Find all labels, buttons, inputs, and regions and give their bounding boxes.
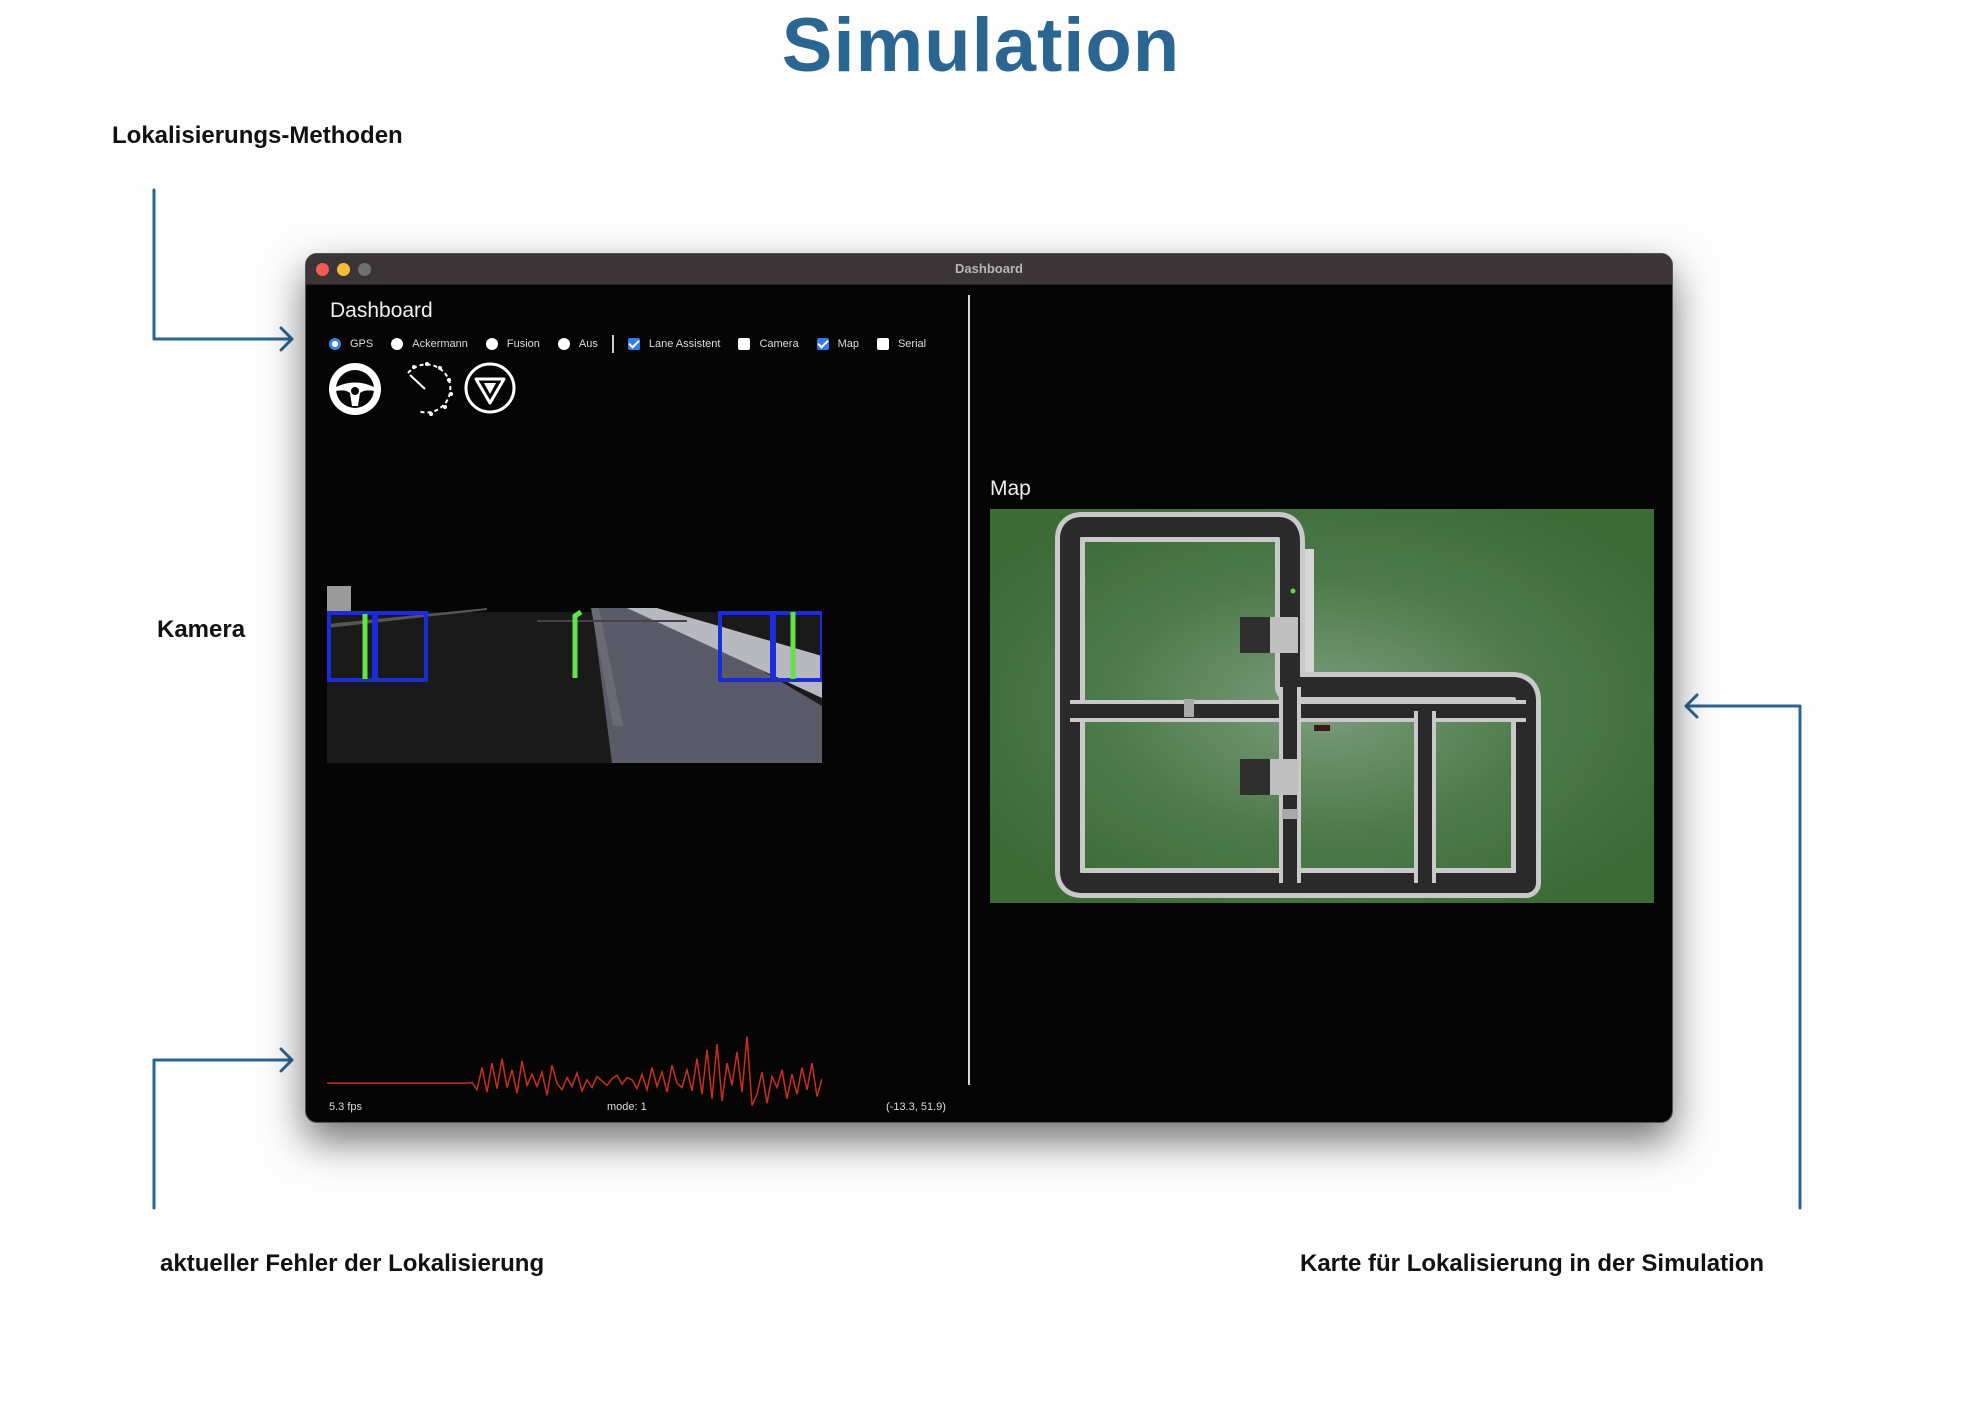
mode-readout: mode: 1 — [607, 1101, 647, 1113]
camera-object — [327, 586, 351, 612]
checkbox-serial[interactable]: Serial — [876, 338, 927, 350]
checkbox-indicator[interactable] — [738, 338, 751, 350]
arrow-error — [152, 1047, 294, 1210]
radio-indicator[interactable] — [391, 338, 404, 350]
radio-indicator[interactable] — [557, 338, 570, 350]
checkbox-indicator[interactable] — [627, 338, 640, 350]
steering-wheel-icon — [329, 363, 381, 415]
radio-aus[interactable]: Aus — [557, 338, 598, 350]
fps-readout: 5.3 fps — [329, 1101, 363, 1113]
panel-divider[interactable] — [968, 295, 970, 1085]
checkbox-camera[interactable]: Camera — [738, 338, 799, 350]
radio-label: Fusion — [506, 338, 540, 350]
radio-indicator[interactable] — [485, 338, 498, 350]
camera-sky — [327, 586, 822, 612]
checkbox-label: Map — [837, 338, 859, 350]
control-separator — [611, 335, 614, 353]
checkbox-label: Serial — [897, 338, 927, 350]
dashboard-window: Dashboard Dashboard GPS Ackermann Fusion… — [305, 253, 1673, 1123]
radio-ackermann[interactable]: Ackermann — [391, 338, 468, 350]
arrow-map — [1684, 693, 1802, 1210]
radio-label: Ackermann — [412, 338, 468, 350]
radio-label: Aus — [578, 338, 598, 350]
map-position-marker — [1290, 588, 1296, 594]
heading-icon — [464, 362, 516, 414]
checkbox-label: Lane Assistent — [648, 338, 721, 350]
map-view — [990, 509, 1654, 903]
map-crosswalk-bottom — [1282, 809, 1298, 819]
map-stub-bottom — [1270, 759, 1298, 795]
checkbox-label: Camera — [759, 338, 799, 350]
checkbox-lane-assistent[interactable]: Lane Assistent — [627, 338, 721, 350]
window-title: Dashboard — [955, 261, 1023, 276]
arrow-methods — [152, 188, 294, 352]
radio-label: GPS — [350, 338, 374, 350]
speedometer-icon — [407, 362, 453, 416]
radio-indicator[interactable] — [329, 338, 341, 350]
window-titlebar[interactable]: Dashboard — [306, 254, 1672, 285]
error-series-line — [327, 1036, 822, 1106]
map-stub-top — [1270, 617, 1298, 653]
dashboard-title: Dashboard — [330, 299, 433, 322]
control-bar: GPS Ackermann Fusion Aus Lane Assistent … — [329, 335, 944, 353]
radio-fusion[interactable]: Fusion — [485, 338, 540, 350]
checkbox-indicator[interactable] — [816, 338, 829, 350]
map-crosswalk-left — [1184, 699, 1194, 717]
map-parking-top — [1240, 617, 1270, 653]
map-parking-bottom — [1240, 759, 1270, 795]
checkbox-indicator[interactable] — [876, 338, 889, 350]
radio-gps[interactable]: GPS — [329, 338, 373, 350]
coordinates-readout: (-13.3, 51.9) — [886, 1101, 946, 1113]
map-title: Map — [990, 477, 1031, 500]
window-content: Dashboard GPS Ackermann Fusion Aus Lane … — [306, 285, 1672, 1122]
map-vehicle — [1314, 725, 1330, 731]
camera-view — [327, 586, 822, 763]
checkbox-map[interactable]: Map — [816, 338, 859, 350]
localization-error-plot — [327, 1036, 822, 1106]
